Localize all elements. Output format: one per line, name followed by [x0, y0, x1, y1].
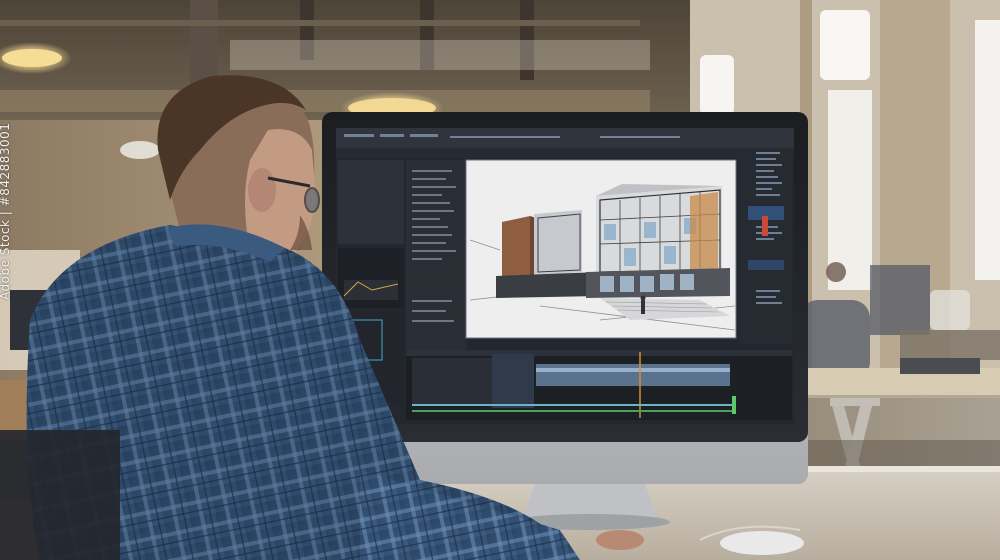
photo-scene	[0, 0, 1000, 560]
watermark-text: Adobe Stock | #842883001	[0, 122, 12, 300]
photo-illustration	[0, 0, 1000, 560]
